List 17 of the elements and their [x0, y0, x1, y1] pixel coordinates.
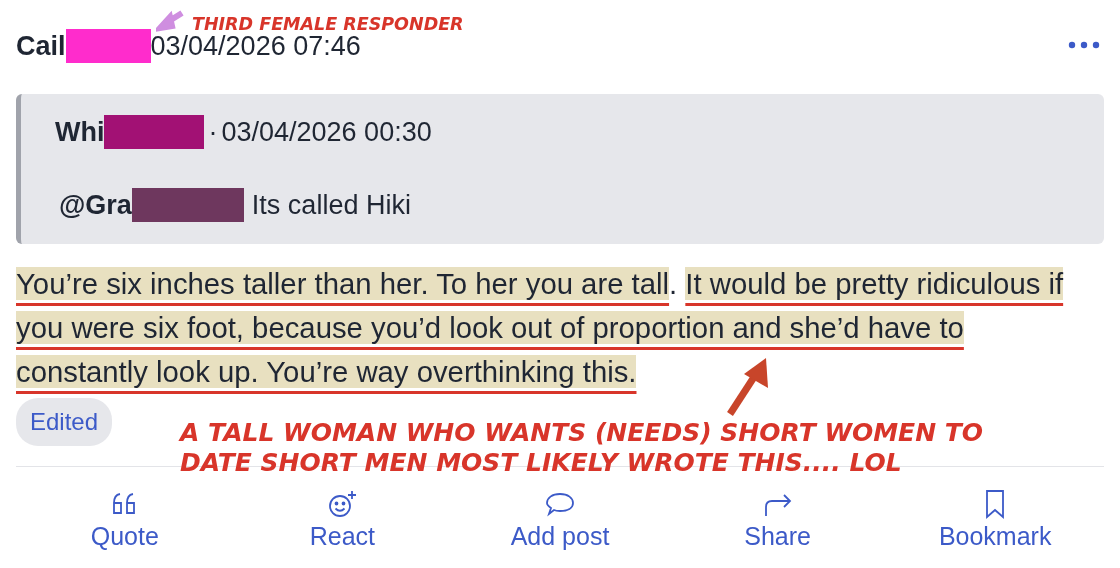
action-button[interactable]: Share	[687, 489, 868, 551]
author-name[interactable]: Cail	[16, 32, 66, 60]
quote-timestamp: 03/04/2026 00:30	[221, 116, 432, 149]
annotation-text: A TALL WOMAN WHO WANTS (NEEDS) SHORT WOMEN TO DATE SHORT MEN MOST LIKELY WROTE THIS.... LOL	[180, 418, 985, 478]
quote-text: Its called Hiki	[251, 188, 411, 222]
action-button[interactable]: React	[252, 489, 433, 551]
action-button[interactable]: Quote	[34, 489, 215, 551]
arrow-icon	[156, 8, 184, 32]
separator-dot: ·	[208, 116, 218, 149]
action-button[interactable]: Bookmark	[905, 489, 1086, 551]
edited-badge: Edited	[16, 398, 113, 446]
post-timestamp: 03/04/2026 07:46	[150, 32, 361, 60]
post-text: You’re six inches taller than her. To her you are tall. It would be pretty ridiculous if you were six foot, because you’d look out of proportion and she’d have to constantly look up. You’re way overthinking this.	[16, 266, 1065, 390]
action-button[interactable]: Add post	[470, 489, 650, 551]
mention-link[interactable]: @Gra	[59, 184, 132, 225]
annotation-text: THIRD FEMALE RESPONDER	[192, 13, 464, 35]
quote-author[interactable]: Whi	[55, 112, 105, 153]
